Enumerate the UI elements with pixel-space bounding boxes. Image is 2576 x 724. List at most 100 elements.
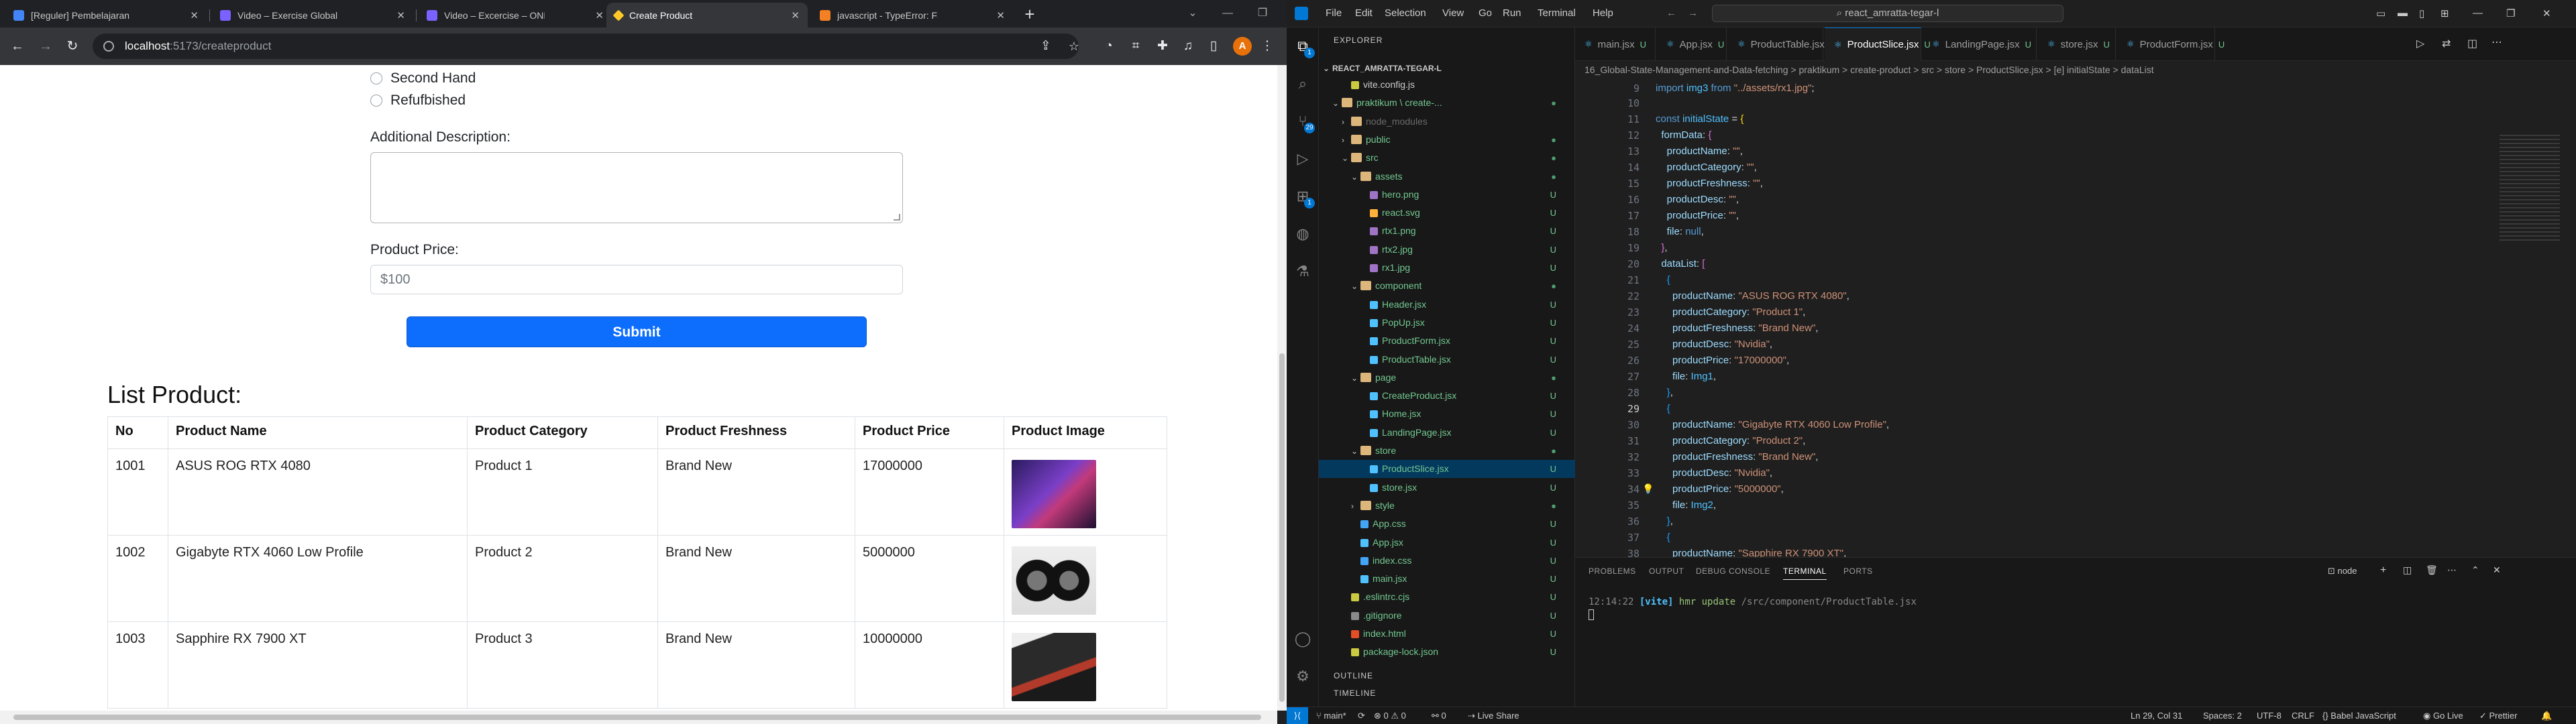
- share-icon[interactable]: ⇪: [1037, 38, 1055, 55]
- run-debug-icon[interactable]: ▷: [1293, 149, 1312, 168]
- file-item[interactable]: store.jsx U: [1319, 479, 1575, 497]
- maximize-panel-icon[interactable]: ⌃: [2471, 564, 2479, 576]
- radio-circle[interactable]: [370, 95, 382, 107]
- address-bar[interactable]: localhost:5173/createproduct: [93, 34, 1079, 59]
- more-actions-icon[interactable]: ⋯: [2447, 564, 2457, 576]
- split-terminal-icon[interactable]: ◫: [2403, 564, 2412, 576]
- description-textarea[interactable]: [370, 152, 903, 223]
- side-panel-icon[interactable]: ▯: [1205, 38, 1222, 55]
- scroll-thumb[interactable]: [13, 715, 1261, 720]
- prettier-status[interactable]: ✓ Prettier: [2479, 707, 2517, 724]
- folder-item[interactable]: ⌄ src ●: [1319, 149, 1575, 167]
- editor-tab[interactable]: ⚛ ProductForm.jsx U: [2117, 27, 2224, 61]
- profile-avatar[interactable]: A: [1233, 37, 1252, 56]
- close-tab-icon[interactable]: ✕: [791, 9, 800, 21]
- forward-arrow-icon[interactable]: →: [35, 36, 56, 57]
- tab-output[interactable]: OUTPUT: [1649, 566, 1684, 576]
- close-tab-icon[interactable]: ✕: [396, 9, 405, 21]
- close-tab-icon[interactable]: ✕: [595, 9, 604, 21]
- file-item[interactable]: ProductSlice.jsx U: [1319, 460, 1575, 479]
- problems-status[interactable]: ⊗ 0 ⚠ 0: [1374, 707, 1406, 724]
- tab-ports[interactable]: PORTS: [1843, 566, 1873, 576]
- compare-icon[interactable]: ⇄: [2442, 37, 2451, 50]
- close-tab-icon[interactable]: ✕: [996, 9, 1005, 21]
- browser-tab-active[interactable]: Create Product ✕: [606, 3, 808, 27]
- file-item[interactable]: .gitignore U: [1319, 607, 1575, 625]
- new-terminal-icon[interactable]: +: [2380, 564, 2386, 577]
- toggle-sidebar-icon[interactable]: ▭: [2376, 7, 2385, 19]
- ports-status[interactable]: ⚯ 0: [1432, 707, 1446, 724]
- cursor-position[interactable]: Ln 29, Col 31: [2131, 707, 2182, 724]
- timeline-section[interactable]: TIMELINE: [1334, 688, 1376, 698]
- scroll-thumb[interactable]: [1279, 353, 1285, 702]
- menu-help[interactable]: Help: [1593, 7, 1613, 19]
- horizontal-scrollbar[interactable]: [0, 711, 1277, 724]
- tab-terminal[interactable]: TERMINAL: [1783, 566, 1827, 580]
- submit-button[interactable]: Submit: [407, 316, 867, 347]
- search-icon[interactable]: ⌕: [1293, 74, 1312, 93]
- terminal-output[interactable]: 12:14:22 [vite] hmr update /src/componen…: [1589, 595, 1917, 622]
- restore-icon[interactable]: ❐: [2506, 7, 2515, 19]
- file-item[interactable]: LandingPage.jsx U: [1319, 424, 1575, 442]
- live-share-status[interactable]: ⇢ Live Share: [1468, 707, 1519, 724]
- folder-item[interactable]: ⌄ component ●: [1319, 277, 1575, 295]
- settings-gear-icon[interactable]: ⚙: [1293, 667, 1312, 686]
- menu-go[interactable]: Go: [1479, 7, 1492, 19]
- menu-view[interactable]: View: [1442, 7, 1464, 19]
- trash-icon[interactable]: 🗑: [2426, 564, 2438, 576]
- go-live[interactable]: ◉ Go Live: [2423, 707, 2463, 724]
- command-center[interactable]: ⌕ react_amratta-tegar-l: [1712, 5, 2063, 22]
- minimize-icon[interactable]: —: [2473, 7, 2483, 19]
- indentation[interactable]: Spaces: 2: [2203, 707, 2242, 724]
- menu-selection[interactable]: Selection: [1385, 7, 1426, 19]
- puzzle-icon[interactable]: ✚: [1154, 38, 1171, 55]
- extension-icon[interactable]: ◔: [1100, 38, 1118, 55]
- sync-icon[interactable]: ⟳: [1358, 707, 1365, 724]
- split-editor-icon[interactable]: ◫: [2467, 37, 2477, 50]
- terminal-shell-selector[interactable]: ⊡ node: [2328, 566, 2357, 577]
- back-arrow-icon[interactable]: ←: [7, 36, 28, 57]
- testing-icon[interactable]: ⚗: [1293, 262, 1312, 281]
- folder-item[interactable]: › style ●: [1319, 497, 1575, 515]
- editor-tab[interactable]: ⚛ main.jsx U: [1575, 27, 1656, 61]
- nav-forward-icon[interactable]: →: [1688, 7, 1698, 19]
- folder-item[interactable]: › node_modules: [1319, 113, 1575, 131]
- file-item[interactable]: Header.jsx U: [1319, 296, 1575, 314]
- radio-circle[interactable]: [370, 72, 382, 84]
- file-item[interactable]: ProductTable.jsx U: [1319, 351, 1575, 369]
- file-item[interactable]: App.css U: [1319, 515, 1575, 533]
- file-item[interactable]: main.jsx U: [1319, 570, 1575, 588]
- lightbulb-icon[interactable]: 💡: [1642, 483, 1654, 495]
- file-item[interactable]: .eslintrc.cjs U: [1319, 588, 1575, 606]
- file-item[interactable]: ProductForm.jsx U: [1319, 332, 1575, 350]
- code-editor[interactable]: import img3 from "../assets/rx1.jpg"; co…: [1575, 80, 2576, 557]
- nav-back-icon[interactable]: ←: [1666, 7, 1676, 19]
- workspace-root[interactable]: ⌄ REACT_AMRATTA-TEGAR-L: [1319, 60, 1575, 78]
- reload-icon[interactable]: ↻: [62, 36, 83, 57]
- price-input[interactable]: $100: [370, 265, 903, 294]
- outline-section[interactable]: OUTLINE: [1334, 671, 1373, 680]
- minimize-icon[interactable]: —: [1214, 4, 1241, 23]
- menu-edit[interactable]: Edit: [1355, 7, 1373, 19]
- source-control-icon[interactable]: ⑂ 29: [1293, 112, 1315, 133]
- chevron-down-icon[interactable]: ⌄: [1179, 4, 1206, 23]
- tab-debug-console[interactable]: DEBUG CONSOLE: [1696, 566, 1770, 576]
- minimap[interactable]: [2489, 132, 2576, 557]
- file-item[interactable]: vite.config.js: [1319, 76, 1575, 94]
- file-item[interactable]: package-lock.json U: [1319, 643, 1575, 661]
- browser-tab[interactable]: [Reguler] Pembelajaran Teknis M ✕: [5, 3, 207, 27]
- file-item[interactable]: rtx2.jpg U: [1319, 241, 1575, 259]
- radio-second-hand[interactable]: Second Hand: [370, 70, 476, 86]
- extensions-icon[interactable]: ⊞ 1: [1293, 187, 1315, 208]
- file-item[interactable]: rtx1.png U: [1319, 222, 1575, 240]
- close-tab-icon[interactable]: ✕: [190, 9, 199, 21]
- file-item[interactable]: hero.png U: [1319, 186, 1575, 204]
- radio-refurbished[interactable]: Refufbished: [370, 93, 466, 109]
- notifications-bell-icon[interactable]: 🔔: [2541, 707, 2552, 724]
- site-info-icon[interactable]: [103, 41, 114, 52]
- editor-tab[interactable]: ⚛ store.jsx U: [2038, 27, 2116, 61]
- browser-tab[interactable]: javascript - TypeError: Failed to ✕: [812, 3, 1013, 27]
- restore-icon[interactable]: ❐: [1249, 4, 1276, 23]
- extension-icon[interactable]: ⌗: [1127, 38, 1144, 55]
- media-icon[interactable]: ♫: [1179, 38, 1197, 55]
